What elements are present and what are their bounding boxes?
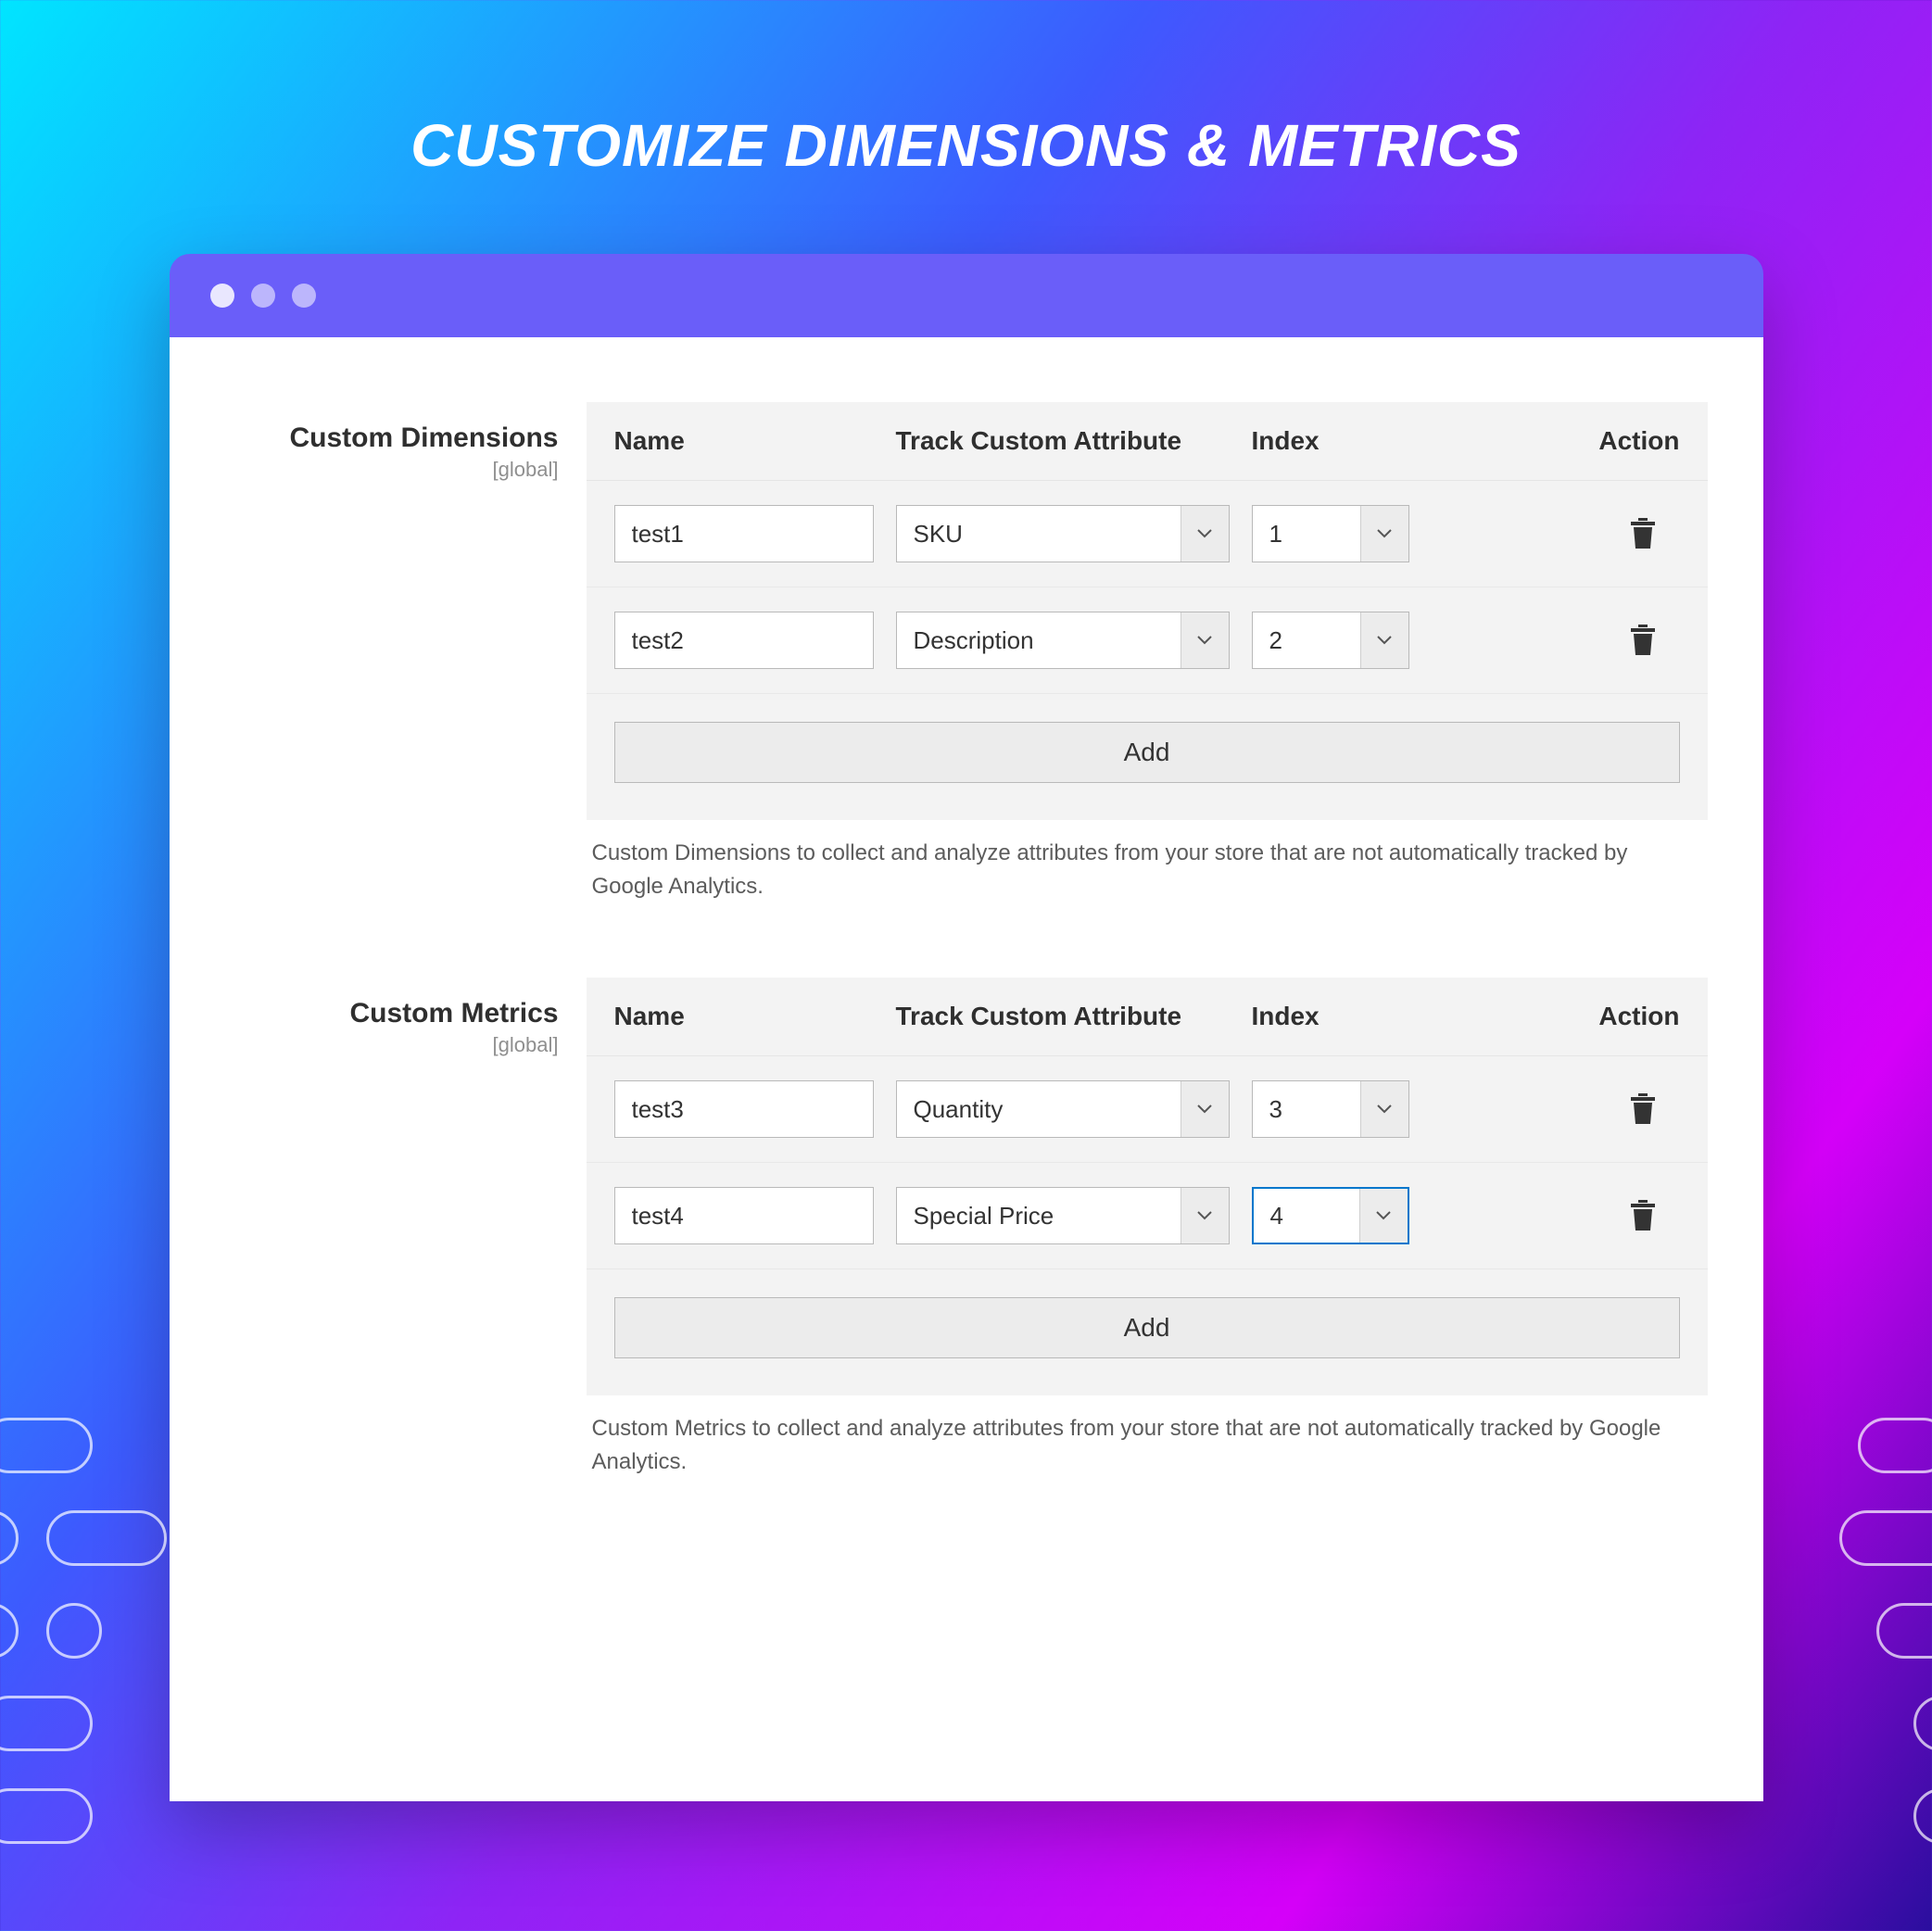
index-select[interactable]: 1 [1252,505,1409,562]
deco-shape [1913,1696,1932,1751]
attribute-select[interactable]: Quantity [896,1080,1230,1138]
deco-shape [0,1510,19,1566]
select-value: Special Price [897,1188,1181,1243]
browser-titlebar [170,254,1763,337]
name-input[interactable] [614,1080,874,1138]
config-row-metrics: Custom Metrics [global] Name Track Custo… [225,978,1708,1479]
section-scope: [global] [225,458,559,482]
index-select[interactable]: 3 [1252,1080,1409,1138]
deco-shape [46,1510,167,1566]
window-dot [210,284,234,308]
table-header: Name Track Custom Attribute Index Action [587,978,1708,1056]
select-value: 3 [1253,1081,1360,1137]
deco-shape [0,1696,93,1751]
chevron-down-icon [1181,506,1229,562]
attribute-select[interactable]: SKU [896,505,1230,562]
window-dot [292,284,316,308]
col-head-index: Index [1252,426,1456,456]
deco-shape [1858,1418,1932,1473]
deco-shape [1913,1788,1932,1844]
window-dot [251,284,275,308]
browser-window: Custom Dimensions [global] Name Track Cu… [170,254,1763,1801]
index-select[interactable]: 2 [1252,612,1409,669]
page-title: CUSTOMIZE DIMENSIONS & METRICS [0,0,1932,254]
table-footer: Add [587,694,1708,820]
config-row-dimensions: Custom Dimensions [global] Name Track Cu… [225,402,1708,903]
col-head-index: Index [1252,1002,1456,1031]
help-note-metrics: Custom Metrics to collect and analyze at… [587,1395,1708,1479]
chevron-down-icon [1181,1081,1229,1137]
table-row: Quantity 3 [587,1056,1708,1163]
attribute-select[interactable]: Special Price [896,1187,1230,1244]
col-head-name: Name [614,426,874,456]
select-value: 1 [1253,506,1360,562]
attribute-select[interactable]: Description [896,612,1230,669]
col-head-name: Name [614,1002,874,1031]
browser-content: Custom Dimensions [global] Name Track Cu… [170,337,1763,1801]
dimensions-table: Name Track Custom Attribute Index Action… [587,402,1708,820]
deco-shape [1876,1603,1932,1659]
col-head-action: Action [1478,1002,1680,1031]
delete-button[interactable] [1624,1195,1661,1236]
deco-shape [46,1603,102,1659]
chevron-down-icon [1181,1188,1229,1243]
help-note-dimensions: Custom Dimensions to collect and analyze… [587,820,1708,903]
name-input[interactable] [614,505,874,562]
section-label-metrics: Custom Metrics [225,998,559,1029]
select-value: 4 [1254,1189,1359,1243]
deco-shape [0,1788,93,1844]
table-row: SKU 1 [587,481,1708,587]
add-button[interactable]: Add [614,1297,1680,1358]
delete-button[interactable] [1624,513,1661,554]
section-label-dimensions: Custom Dimensions [225,423,559,454]
add-button[interactable]: Add [614,722,1680,783]
trash-icon [1629,518,1657,549]
config-field-col: Name Track Custom Attribute Index Action… [587,402,1708,903]
table-footer: Add [587,1269,1708,1395]
index-select[interactable]: 4 [1252,1187,1409,1244]
table-row: Special Price 4 [587,1163,1708,1269]
deco-shape [0,1418,93,1473]
chevron-down-icon [1360,612,1408,668]
name-input[interactable] [614,1187,874,1244]
select-value: 2 [1253,612,1360,668]
trash-icon [1629,625,1657,656]
delete-button[interactable] [1624,620,1661,661]
col-head-action: Action [1478,426,1680,456]
chevron-down-icon [1360,506,1408,562]
trash-icon [1629,1200,1657,1231]
select-value: SKU [897,506,1181,562]
col-head-attribute: Track Custom Attribute [896,1002,1230,1031]
chevron-down-icon [1181,612,1229,668]
config-label-col: Custom Metrics [global] [225,978,587,1057]
config-field-col: Name Track Custom Attribute Index Action… [587,978,1708,1479]
trash-icon [1629,1093,1657,1125]
col-head-attribute: Track Custom Attribute [896,426,1230,456]
name-input[interactable] [614,612,874,669]
deco-shape [1839,1510,1932,1566]
table-row: Description 2 [587,587,1708,694]
chevron-down-icon [1359,1189,1408,1243]
chevron-down-icon [1360,1081,1408,1137]
metrics-table: Name Track Custom Attribute Index Action… [587,978,1708,1395]
deco-shape [0,1603,19,1659]
select-value: Description [897,612,1181,668]
config-label-col: Custom Dimensions [global] [225,402,587,482]
table-header: Name Track Custom Attribute Index Action [587,402,1708,481]
section-scope: [global] [225,1033,559,1057]
select-value: Quantity [897,1081,1181,1137]
delete-button[interactable] [1624,1089,1661,1130]
